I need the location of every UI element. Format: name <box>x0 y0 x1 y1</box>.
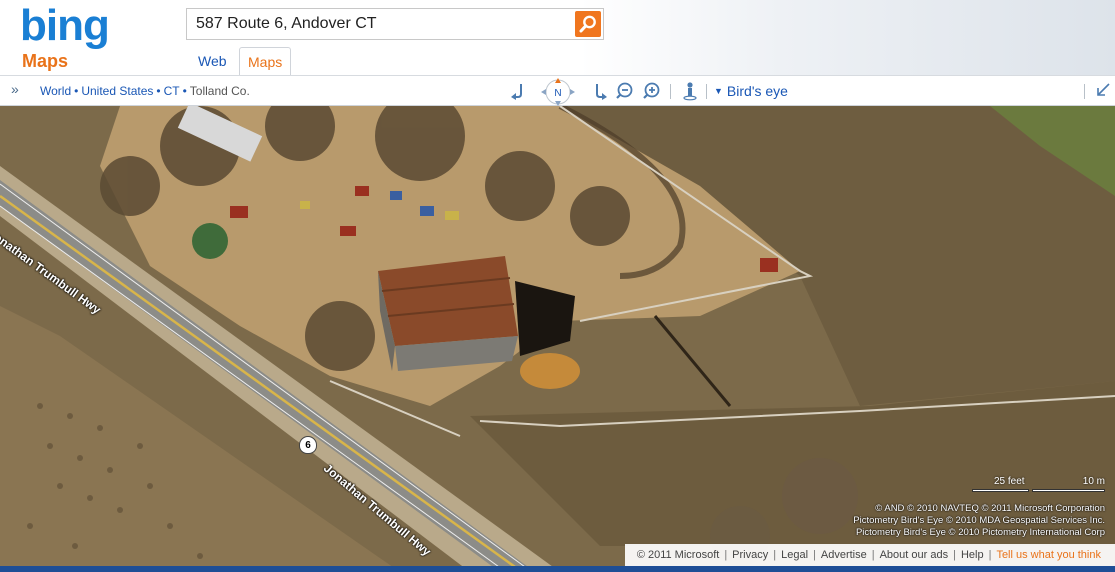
toolbar-divider <box>706 84 707 99</box>
breadcrumb-tolland-co: Tolland Co. <box>189 84 250 98</box>
footer: © 2011 Microsoft | Privacy | Legal | Advertise… <box>624 544 1115 566</box>
footer-separator: | <box>988 549 992 561</box>
compass-label: N <box>554 88 561 99</box>
map-toolbar: » World • United States • CT • Tolland Co. N <box>0 75 1115 106</box>
breadcrumb: World • United States • CT • Tolland Co. <box>40 84 250 98</box>
map-scale: 25 feet 10 m <box>972 476 1105 496</box>
view-mode-label: Bird's eye <box>726 83 788 99</box>
search-input[interactable] <box>187 9 573 39</box>
breadcrumb-world[interactable]: World <box>40 84 71 98</box>
expand-icon[interactable]: » <box>11 81 19 97</box>
view-mode-dropdown[interactable]: ▼ Bird's eye <box>714 83 788 99</box>
rotate-left-icon[interactable] <box>509 81 529 101</box>
footer-link-legal[interactable]: Legal <box>781 549 808 561</box>
breadcrumb-separator: • <box>182 84 187 98</box>
search-icon <box>579 15 596 33</box>
scale-feet-label: 25 feet <box>994 476 1025 487</box>
footer-link-about-ads[interactable]: About our ads <box>880 549 949 561</box>
toolbar-divider <box>1084 84 1085 99</box>
footer-separator: | <box>953 549 956 561</box>
scale-bar-meters <box>1032 489 1105 492</box>
attribution-line: Pictometry Bird's Eye © 2010 MDA Geospat… <box>853 515 1105 526</box>
footer-link-advertise[interactable]: Advertise <box>821 549 867 561</box>
breadcrumb-ct[interactable]: CT <box>164 84 180 98</box>
attribution-line: Pictometry Bird's Eye © 2010 Pictometry … <box>855 527 1105 538</box>
scale-meters-label: 10 m <box>1082 476 1105 487</box>
chevron-down-icon: ▼ <box>714 86 723 96</box>
map-attribution: © AND © 2010 NAVTEQ © 2011 Microsoft Cor… <box>853 503 1105 539</box>
footer-link-help[interactable]: Help <box>961 549 984 561</box>
footer-copyright: © 2011 Microsoft <box>636 549 720 561</box>
map-view[interactable]: Jonathan Trumbull Hwy Jonathan Trumbull … <box>0 106 1115 572</box>
compass-icon[interactable]: N <box>536 77 580 106</box>
bottom-bar <box>0 566 1115 572</box>
streetside-person-icon[interactable] <box>680 81 700 101</box>
search-box <box>186 8 604 40</box>
bing-logo[interactable]: bing <box>20 1 110 51</box>
tab-web[interactable]: Web <box>190 47 235 75</box>
footer-separator: | <box>871 549 875 561</box>
feedback-link[interactable]: Tell us what you think <box>996 549 1101 561</box>
breadcrumb-separator: • <box>74 84 79 98</box>
breadcrumb-united-states[interactable]: United States <box>81 84 153 98</box>
attribution-line: © AND © 2010 NAVTEQ © 2011 Microsoft Cor… <box>875 503 1105 514</box>
footer-separator: | <box>813 549 816 561</box>
route-shield-icon: 6 <box>299 436 317 454</box>
toolbar-divider <box>670 84 671 99</box>
zoom-in-icon[interactable] <box>642 81 662 101</box>
footer-link-privacy[interactable]: Privacy <box>732 549 768 561</box>
zoom-out-icon[interactable] <box>615 81 635 101</box>
search-button[interactable] <box>575 11 601 37</box>
header: bing Maps Web Maps <box>0 0 1115 76</box>
rotate-right-icon[interactable] <box>589 81 609 101</box>
collapse-icon[interactable] <box>1095 82 1111 98</box>
footer-separator: | <box>724 549 728 561</box>
scale-bar-feet <box>972 489 1029 492</box>
product-name[interactable]: Maps <box>22 51 68 71</box>
breadcrumb-separator: • <box>156 84 161 98</box>
tab-maps[interactable]: Maps <box>239 47 292 76</box>
footer-separator: | <box>773 549 777 561</box>
